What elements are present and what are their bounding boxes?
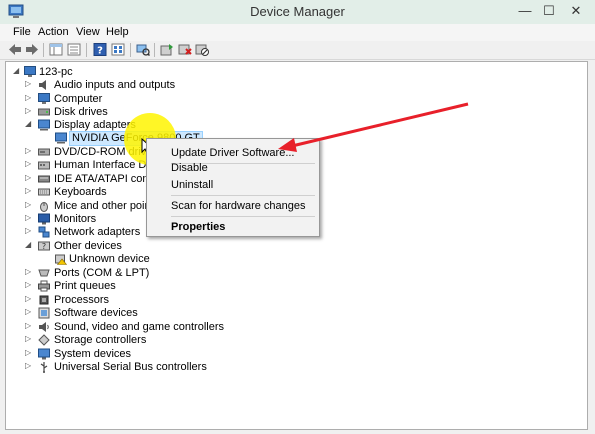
computer-icon <box>38 93 50 104</box>
expand-icon[interactable]: ▷ <box>25 267 31 276</box>
menu-disable[interactable]: Disable <box>171 162 208 174</box>
collapse-icon[interactable]: ◢ <box>25 240 31 249</box>
software-device-icon <box>38 307 50 319</box>
scan-hardware-icon[interactable] <box>136 43 150 56</box>
expand-icon[interactable]: ▷ <box>25 79 31 88</box>
expand-icon[interactable]: ▷ <box>25 186 31 195</box>
maximize-button[interactable]: ☐ <box>538 0 560 22</box>
monitor-icon <box>38 213 50 225</box>
expand-icon[interactable]: ▷ <box>25 159 31 168</box>
toolbar-separator <box>86 43 87 57</box>
disable-icon[interactable] <box>195 43 209 56</box>
menu-action[interactable]: Action <box>38 26 69 38</box>
audio-icon <box>39 80 46 90</box>
menu-file[interactable]: File <box>13 26 31 38</box>
menu-properties[interactable]: Properties <box>171 221 225 233</box>
menu-scan-hardware[interactable]: Scan for hardware changes <box>171 200 306 212</box>
title-bar: Device Manager — ☐ ✕ <box>0 0 595 24</box>
svg-text:?: ? <box>42 242 46 251</box>
expand-icon[interactable]: ▷ <box>25 106 31 115</box>
display-adapter-icon <box>38 119 50 131</box>
window-title: Device Manager <box>250 4 345 19</box>
expand-icon[interactable]: ▷ <box>25 321 31 330</box>
collapse-icon[interactable]: ◢ <box>13 66 19 75</box>
collapse-icon[interactable]: ◢ <box>25 119 31 128</box>
toolbar-separator <box>154 43 155 57</box>
uninstall-icon[interactable] <box>178 43 192 56</box>
disk-icon <box>38 108 50 116</box>
expand-icon[interactable]: ▷ <box>25 307 31 316</box>
view-icon[interactable] <box>111 43 125 56</box>
menu-separator <box>171 216 315 217</box>
display-adapter-icon <box>55 132 67 144</box>
expand-icon[interactable]: ▷ <box>25 334 31 343</box>
menu-bar: File Action View Help <box>0 24 595 41</box>
show-hide-tree-icon[interactable] <box>49 43 63 56</box>
toolbar: ? <box>0 41 595 60</box>
expand-icon[interactable]: ▷ <box>25 93 31 102</box>
unknown-device-icon <box>55 254 67 265</box>
properties-icon[interactable] <box>67 43 81 56</box>
expand-icon[interactable]: ▷ <box>25 213 31 222</box>
update-driver-icon[interactable] <box>160 43 174 56</box>
keyboard-icon <box>38 188 50 196</box>
toolbar-separator <box>43 43 44 57</box>
network-icon <box>38 226 50 238</box>
menu-separator <box>171 195 315 196</box>
expand-icon[interactable]: ▷ <box>25 200 31 209</box>
expand-icon[interactable]: ▷ <box>25 280 31 289</box>
expand-icon[interactable]: ▷ <box>25 294 31 303</box>
expand-icon[interactable]: ▷ <box>25 348 31 357</box>
menu-uninstall[interactable]: Uninstall <box>171 179 213 191</box>
printer-icon <box>38 280 50 292</box>
toolbar-separator <box>130 43 131 57</box>
processor-icon <box>39 295 49 305</box>
port-icon <box>38 269 50 277</box>
help-icon[interactable]: ? <box>93 43 107 56</box>
svg-text:?: ? <box>97 46 103 57</box>
back-arrow-icon[interactable] <box>8 43 22 56</box>
minimize-button[interactable]: — <box>513 0 537 22</box>
ide-icon <box>38 175 50 183</box>
usb-icon <box>40 362 48 373</box>
computer-icon <box>24 66 36 77</box>
annotation-arrow <box>278 102 469 152</box>
system-device-icon <box>38 348 50 360</box>
expand-icon[interactable]: ▷ <box>25 173 31 182</box>
storage-icon <box>38 334 50 346</box>
other-devices-icon: ? <box>38 241 50 251</box>
device-manager-window: Device Manager — ☐ ✕ File Action View He… <box>0 0 595 434</box>
expand-icon[interactable]: ▷ <box>25 226 31 235</box>
forward-arrow-icon[interactable] <box>25 43 39 56</box>
expand-icon[interactable]: ▷ <box>25 146 31 155</box>
menu-help[interactable]: Help <box>106 26 129 38</box>
dvd-icon <box>38 148 50 156</box>
close-button[interactable]: ✕ <box>562 0 590 22</box>
mouse-icon <box>40 202 48 212</box>
expand-icon[interactable]: ▷ <box>25 361 31 370</box>
sound-icon <box>39 322 49 332</box>
hid-icon <box>38 161 50 170</box>
menu-view[interactable]: View <box>76 26 100 38</box>
